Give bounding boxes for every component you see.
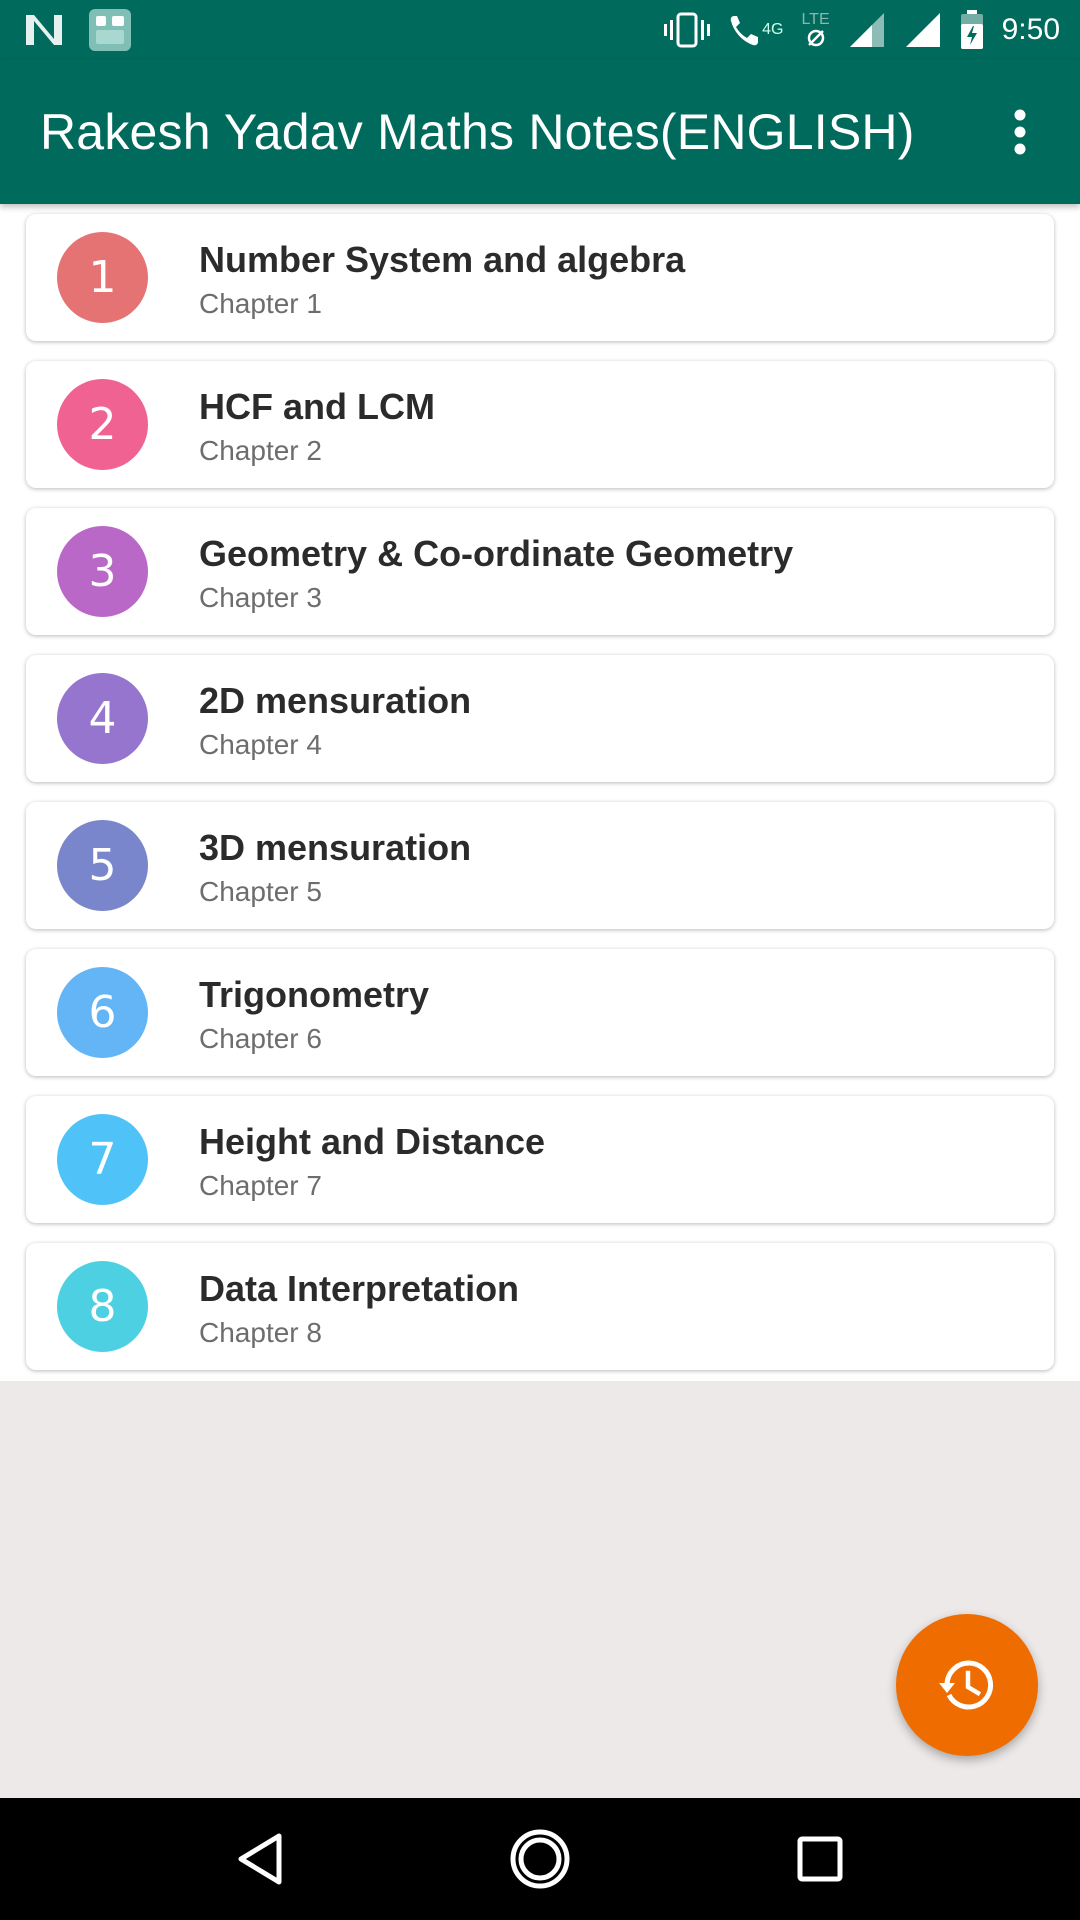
overflow-menu-button[interactable] <box>990 92 1050 172</box>
chapter-card[interactable]: 5 3D mensuration Chapter 5 <box>26 802 1054 929</box>
chapter-subtitle: Chapter 5 <box>199 876 322 907</box>
recents-icon <box>797 1836 843 1882</box>
chapter-subtitle: Chapter 7 <box>199 1170 322 1201</box>
chapter-title: Height and Distance <box>199 1121 546 1162</box>
chapter-text: 2D mensuration Chapter 4 <box>199 679 471 765</box>
recents-button[interactable] <box>775 1814 865 1904</box>
back-button[interactable] <box>215 1814 305 1904</box>
chapter-list-area: 1 Number System and algebra Chapter 1 2 HCF … <box>0 204 1080 1381</box>
chapter-number-badge: 8 <box>57 1261 148 1352</box>
app-notification-icon <box>88 8 132 52</box>
app-title: Rakesh Yadav Maths Notes(ENGLISH) <box>40 104 915 160</box>
chapter-text: HCF and LCM Chapter 2 <box>199 385 435 471</box>
chapter-list: 1 Number System and algebra Chapter 1 2 HCF … <box>26 214 1054 1390</box>
chapter-number-badge: 7 <box>57 1114 148 1205</box>
network-label: 4G <box>762 21 784 38</box>
chapter-title: Number System and algebra <box>199 239 686 280</box>
vibrate-icon <box>664 12 711 48</box>
chapter-number-badge: 1 <box>57 232 148 323</box>
chapter-subtitle: Chapter 2 <box>199 435 322 466</box>
chapter-subtitle: Chapter 1 <box>199 288 322 319</box>
chapter-title: Trigonometry <box>199 974 430 1015</box>
navigation-bar <box>0 1798 1080 1920</box>
chapter-title: Geometry & Co-ordinate Geometry <box>199 533 794 574</box>
chapter-card[interactable]: 6 Trigonometry Chapter 6 <box>26 949 1054 1076</box>
status-right: 4G LTE 9:50 <box>664 10 1060 50</box>
chapter-text: Geometry & Co-ordinate Geometry Chapter 3 <box>199 532 793 618</box>
chapter-card[interactable]: 7 Height and Distance Chapter 7 <box>26 1096 1054 1223</box>
data-off-icon: LTE <box>801 11 830 48</box>
chapter-text: Number System and algebra Chapter 1 <box>199 238 685 324</box>
chapter-title: Data Interpretation <box>199 1268 520 1309</box>
chapter-card[interactable]: 4 2D mensuration Chapter 4 <box>26 655 1054 782</box>
home-icon <box>510 1829 570 1889</box>
chapter-number-badge: 5 <box>57 820 148 911</box>
signal-icon <box>904 11 942 49</box>
chapter-card[interactable]: 2 HCF and LCM Chapter 2 <box>26 361 1054 488</box>
chapter-subtitle: Chapter 6 <box>199 1023 322 1054</box>
chapter-title: 2D mensuration <box>199 680 472 721</box>
lte-label: LTE <box>801 11 830 28</box>
chapter-title: 3D mensuration <box>199 827 472 868</box>
chapter-text: 3D mensuration Chapter 5 <box>199 826 471 912</box>
chapter-number-badge: 6 <box>57 967 148 1058</box>
history-fab-button[interactable] <box>896 1614 1038 1756</box>
chapter-title: HCF and LCM <box>199 386 435 427</box>
chapter-text: Height and Distance Chapter 7 <box>199 1120 545 1206</box>
status-time: 9:50 <box>1001 13 1060 46</box>
chapter-text: Data Interpretation Chapter 8 <box>199 1267 519 1353</box>
chapter-subtitle: Chapter 8 <box>199 1317 322 1348</box>
chapter-number-badge: 3 <box>57 526 148 617</box>
wifi-calling-icon: 4G <box>728 12 783 48</box>
status-left <box>24 8 132 52</box>
chapter-card[interactable]: 3 Geometry & Co-ordinate Geometry Chapter … <box>26 508 1054 635</box>
chapter-number-badge: 4 <box>57 673 148 764</box>
chapter-card[interactable]: 8 Data Interpretation Chapter 8 <box>26 1243 1054 1370</box>
signal-icon <box>848 11 886 49</box>
chapter-card[interactable]: 1 Number System and algebra Chapter 1 <box>26 214 1054 341</box>
chapter-text: Trigonometry Chapter 6 <box>199 973 429 1059</box>
status-bar: 4G LTE 9:50 <box>0 0 1080 60</box>
chapter-subtitle: Chapter 4 <box>199 729 322 760</box>
more-vert-icon <box>1014 109 1026 155</box>
battery-icon <box>960 10 984 50</box>
history-icon <box>939 1660 994 1710</box>
chapter-subtitle: Chapter 3 <box>199 582 322 613</box>
chapter-number-badge: 2 <box>57 379 148 470</box>
n-icon <box>24 13 64 47</box>
back-icon <box>238 1833 282 1885</box>
home-button[interactable] <box>495 1814 585 1904</box>
app-bar: Rakesh Yadav Maths Notes(ENGLISH) <box>0 60 1080 204</box>
